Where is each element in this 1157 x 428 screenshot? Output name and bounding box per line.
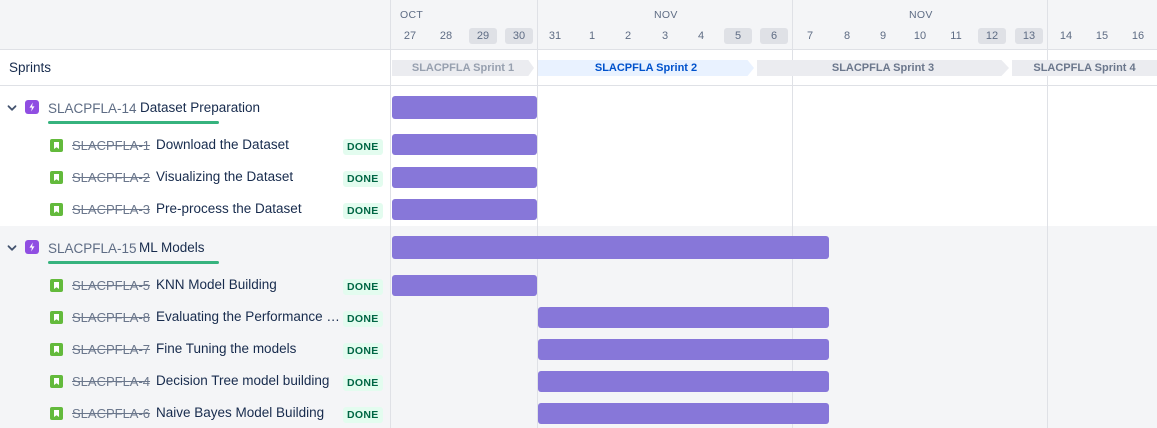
status-badge: DONE <box>343 343 383 359</box>
epic-bar[interactable] <box>392 236 829 259</box>
story-row[interactable]: SLACPFLA-4 Decision Tree model building … <box>0 366 390 398</box>
day-label: 6 <box>760 28 788 44</box>
day-label: 7 <box>806 30 814 42</box>
story-key[interactable]: SLACPFLA-7 <box>72 342 150 357</box>
sprints-row: Sprints <box>0 50 390 86</box>
story-title[interactable]: Naive Bayes Model Building <box>156 405 342 420</box>
story-row[interactable]: SLACPFLA-8 Evaluating the Performance of… <box>0 302 390 334</box>
story-bar[interactable] <box>392 275 537 296</box>
epic-progress-bar <box>48 261 219 264</box>
story-title[interactable]: Fine Tuning the models <box>156 341 342 356</box>
day-label: 8 <box>843 30 851 42</box>
day-label: 10 <box>913 30 927 42</box>
story-bookmark-icon <box>50 343 63 356</box>
day-label: 11 <box>950 30 962 42</box>
story-row[interactable]: SLACPFLA-6 Naive Bayes Model Building DO… <box>0 398 390 428</box>
day-label: 15 <box>1095 30 1109 42</box>
day-label: 31 <box>548 30 562 42</box>
status-badge: DONE <box>343 407 383 423</box>
epic-title[interactable]: Dataset Preparation <box>140 100 260 115</box>
story-key[interactable]: SLACPFLA-3 <box>72 202 150 217</box>
story-title[interactable]: Visualizing the Dataset <box>156 169 342 184</box>
chevron-down-icon[interactable] <box>6 242 18 254</box>
story-key[interactable]: SLACPFLA-2 <box>72 170 150 185</box>
day-label: 27 <box>403 30 417 42</box>
issue-list-panel: Sprints SLACPFLA-14 Dataset Preparation … <box>0 0 391 428</box>
list-header-spacer <box>0 0 390 50</box>
story-row[interactable]: SLACPFLA-1 Download the Dataset DONE <box>0 130 390 162</box>
sprints-strip: SLACPFLA Sprint 1 SLACPFLA Sprint 2 SLAC… <box>391 50 1157 86</box>
day-label: 5 <box>724 28 752 44</box>
sprint-pill-active[interactable]: SLACPFLA Sprint 2 <box>538 60 754 76</box>
story-bar[interactable] <box>392 134 537 155</box>
day-label: 1 <box>588 30 596 42</box>
status-badge: DONE <box>343 171 383 187</box>
story-bar[interactable] <box>538 339 829 360</box>
story-bar[interactable] <box>392 199 537 220</box>
status-badge: DONE <box>343 203 383 219</box>
day-label: 2 <box>624 30 632 42</box>
story-row[interactable]: SLACPFLA-5 KNN Model Building DONE <box>0 270 390 302</box>
sprint-pill[interactable]: SLACPFLA Sprint 3 <box>757 60 1009 76</box>
day-label: 3 <box>661 30 669 42</box>
day-label: 13 <box>1015 28 1043 44</box>
month-label: OCT <box>400 9 424 21</box>
story-bookmark-icon <box>50 375 63 388</box>
day-label: 4 <box>697 30 705 42</box>
epic-bar[interactable] <box>392 96 537 119</box>
month-label: NOV <box>654 9 678 21</box>
chevron-down-icon[interactable] <box>6 102 18 114</box>
story-title[interactable]: KNN Model Building <box>156 277 342 292</box>
sprint-pill[interactable]: SLACPFLA Sprint 4 <box>1012 60 1157 76</box>
day-label: 12 <box>978 28 1006 44</box>
story-row[interactable]: SLACPFLA-2 Visualizing the Dataset DONE <box>0 162 390 194</box>
story-row[interactable]: SLACPFLA-7 Fine Tuning the models DONE <box>0 334 390 366</box>
timeline-date-header: OCT NOV NOV 27 28 29 30 31 1 2 3 4 5 6 7… <box>391 0 1157 50</box>
story-bar[interactable] <box>538 307 829 328</box>
story-bookmark-icon <box>50 311 63 324</box>
status-badge: DONE <box>343 375 383 391</box>
story-bar[interactable] <box>392 167 537 188</box>
story-bar[interactable] <box>538 403 829 424</box>
day-label: 9 <box>879 30 887 42</box>
story-bookmark-icon <box>50 279 63 292</box>
sprint-pill[interactable]: SLACPFLA Sprint 1 <box>392 60 534 76</box>
story-title[interactable]: Pre-process the Dataset <box>156 201 342 216</box>
epic-key[interactable]: SLACPFLA-15 <box>48 241 137 256</box>
epic-progress-bar <box>48 121 219 124</box>
day-label: 30 <box>505 28 533 44</box>
status-badge: DONE <box>343 279 383 295</box>
month-label: NOV <box>909 9 933 21</box>
day-label: 16 <box>1131 30 1145 42</box>
story-bookmark-icon <box>50 203 63 216</box>
day-label: 14 <box>1059 30 1073 42</box>
story-key[interactable]: SLACPFLA-4 <box>72 374 150 389</box>
epic-title[interactable]: ML Models <box>139 240 205 255</box>
story-key[interactable]: SLACPFLA-8 <box>72 310 150 325</box>
story-key[interactable]: SLACPFLA-6 <box>72 406 150 421</box>
story-bookmark-icon <box>50 407 63 420</box>
timeline-panel: OCT NOV NOV 27 28 29 30 31 1 2 3 4 5 6 7… <box>391 0 1157 428</box>
epic-key[interactable]: SLACPFLA-14 <box>48 101 137 116</box>
story-title[interactable]: Decision Tree model building <box>156 373 342 388</box>
story-key[interactable]: SLACPFLA-1 <box>72 138 150 153</box>
story-title[interactable]: Evaluating the Performance of the Model <box>156 309 342 324</box>
epic-row[interactable]: SLACPFLA-15 ML Models <box>0 226 390 270</box>
sprints-label: Sprints <box>9 60 52 75</box>
story-key[interactable]: SLACPFLA-5 <box>72 278 150 293</box>
day-label: 29 <box>469 28 497 44</box>
story-bar[interactable] <box>538 371 829 392</box>
epic-row[interactable]: SLACPFLA-14 Dataset Preparation <box>0 86 390 126</box>
story-bookmark-icon <box>50 171 63 184</box>
story-bookmark-icon <box>50 139 63 152</box>
epic-lightning-icon <box>25 100 39 114</box>
epic-lightning-icon <box>25 240 39 254</box>
status-badge: DONE <box>343 311 383 327</box>
day-label: 28 <box>439 30 453 42</box>
story-title[interactable]: Download the Dataset <box>156 137 342 152</box>
story-row[interactable]: SLACPFLA-3 Pre-process the Dataset DONE <box>0 194 390 226</box>
status-badge: DONE <box>343 139 383 155</box>
